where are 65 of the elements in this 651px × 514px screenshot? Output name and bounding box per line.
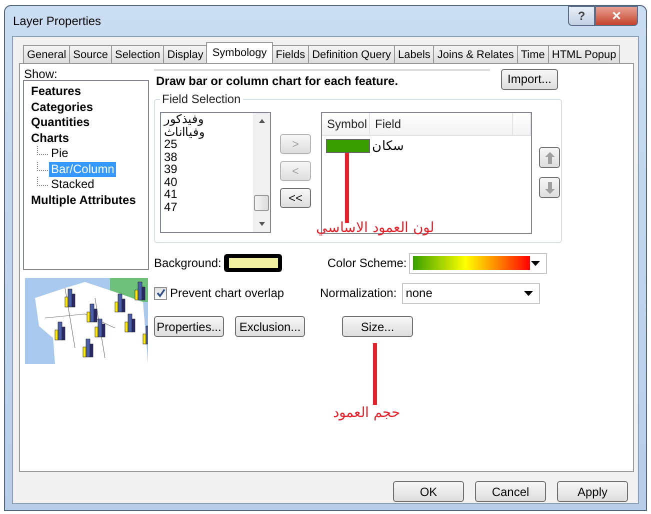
- exclusion-button[interactable]: Exclusion...: [235, 316, 305, 337]
- properties-button[interactable]: Properties...: [154, 316, 224, 337]
- dropdown-arrow-icon: [524, 290, 533, 296]
- column-header[interactable]: Symbol: [322, 113, 370, 135]
- window-title: Layer Properties: [13, 14, 102, 28]
- tab[interactable]: Symbology: [206, 42, 273, 63]
- symbol-swatch[interactable]: [326, 138, 370, 152]
- checkbox[interactable]: [154, 286, 167, 300]
- description-text: Draw bar or column chart for each feature.: [154, 69, 490, 89]
- tab[interactable]: Joins & Relates: [433, 45, 518, 63]
- tab[interactable]: HTML Popup: [548, 45, 620, 63]
- dropdown-arrow-icon: [530, 260, 540, 266]
- tree-item[interactable]: Stacked: [49, 177, 96, 192]
- tab[interactable]: Display: [163, 45, 208, 63]
- list-item[interactable]: 38: [164, 150, 178, 163]
- tree-connector-icon: [37, 146, 48, 155]
- background-symbol[interactable]: [224, 254, 282, 272]
- help-button[interactable]: ?: [568, 6, 595, 26]
- tab[interactable]: Labels: [394, 45, 434, 63]
- tab[interactable]: Source: [69, 45, 112, 63]
- tree-item[interactable]: Categories: [30, 100, 94, 115]
- show-label: Show:: [24, 68, 58, 80]
- list-item[interactable]: 47: [164, 200, 178, 213]
- normalization-dropdown[interactable]: none: [402, 282, 540, 304]
- dialog-button[interactable]: OK: [393, 481, 464, 502]
- dialog-button[interactable]: Cancel: [475, 481, 546, 502]
- column-header[interactable]: Field: [370, 113, 513, 135]
- annotation-text: حجم العمود: [333, 404, 400, 421]
- list-item[interactable]: 41: [164, 188, 178, 200]
- group-title: Field Selection: [160, 92, 243, 106]
- scroll-up-icon[interactable]: [258, 118, 266, 124]
- tree-connector-icon: [37, 162, 48, 170]
- normalization-label: Normalization:: [320, 286, 397, 300]
- up-arrow-icon: [544, 150, 556, 164]
- move-button[interactable]: <<: [280, 188, 311, 208]
- list-item[interactable]: 25: [164, 138, 178, 150]
- tab[interactable]: General: [23, 45, 70, 63]
- tree-item[interactable]: Quantities: [30, 115, 91, 130]
- table-cell: سكان: [372, 138, 404, 153]
- down-arrow-icon: [544, 180, 556, 194]
- tab[interactable]: Fields: [272, 45, 310, 63]
- scroll-thumb[interactable]: [254, 195, 269, 211]
- size-button[interactable]: Size...: [342, 316, 413, 337]
- move-up-button[interactable]: [539, 147, 560, 168]
- background-label: Background:: [154, 256, 222, 270]
- tree-item[interactable]: Multiple Attributes: [30, 192, 137, 208]
- tab[interactable]: Time: [516, 45, 549, 63]
- tree-item[interactable]: Features: [30, 84, 82, 100]
- checkbox-label: Prevent chart overlap: [170, 286, 284, 300]
- scroll-down-icon[interactable]: [258, 221, 266, 227]
- list-item[interactable]: 39: [164, 163, 178, 176]
- color-scheme-label: Color Scheme:: [327, 256, 407, 270]
- tree-item[interactable]: Pie: [49, 146, 70, 161]
- move-down-button[interactable]: [539, 177, 560, 198]
- color-scheme-dropdown[interactable]: [408, 252, 547, 274]
- list-item[interactable]: 40: [164, 176, 178, 188]
- list-item[interactable]: وفيااناث: [164, 126, 205, 138]
- import-button[interactable]: Import...: [501, 68, 558, 90]
- list-item[interactable]: وفيذكور: [164, 113, 204, 126]
- tab[interactable]: Selection: [111, 45, 164, 63]
- tree-item[interactable]: Charts: [30, 130, 70, 146]
- tree-connector-icon: [37, 177, 48, 186]
- dialog-button[interactable]: Apply: [557, 481, 628, 502]
- tab[interactable]: Definition Query: [308, 45, 395, 63]
- scrollbar[interactable]: [253, 113, 270, 232]
